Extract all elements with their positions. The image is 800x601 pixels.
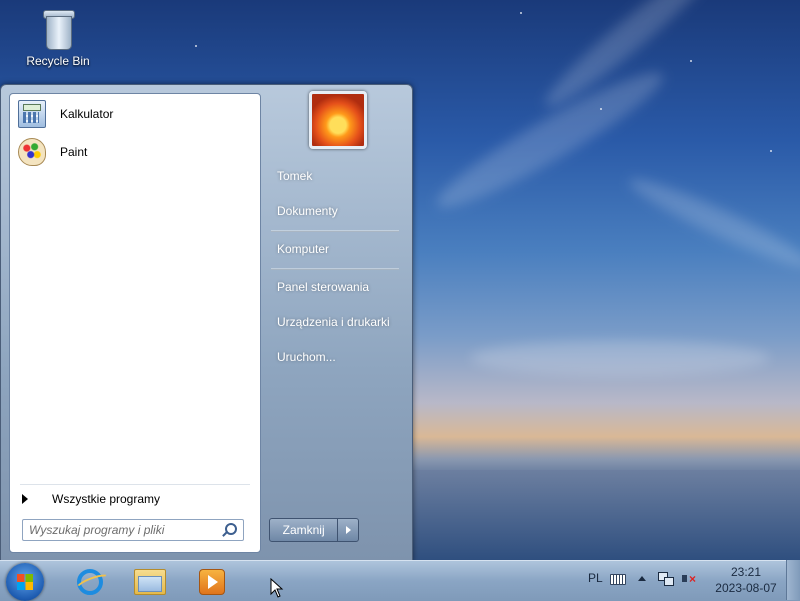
wallpaper-star <box>600 108 602 110</box>
recycle-bin-icon <box>41 8 75 50</box>
wallpaper-cloud <box>623 168 800 278</box>
wallpaper-cloud <box>470 340 770 376</box>
taskbar-internet-explorer[interactable] <box>70 565 110 599</box>
paint-icon <box>18 138 46 166</box>
start-link-devices-printers[interactable]: Urządzenia i drukarki <box>277 315 390 329</box>
start-menu-item-label: Paint <box>60 145 88 159</box>
desktop-icon-label: Recycle Bin <box>26 54 90 68</box>
network-icon[interactable] <box>658 572 674 586</box>
wallpaper-star <box>690 60 692 62</box>
shutdown-options-button[interactable] <box>338 519 358 541</box>
clock-time: 23:21 <box>730 565 762 579</box>
arrow-right-icon <box>345 526 351 534</box>
divider <box>271 268 399 270</box>
shutdown-button-group: Zamknij <box>269 518 359 542</box>
show-desktop-button[interactable] <box>786 560 800 600</box>
volume-muted-icon[interactable]: × <box>682 572 698 586</box>
start-menu-places-pane: Tomek Dokumenty Komputer Panel sterowani… <box>261 85 411 561</box>
wallpaper-star <box>770 150 772 152</box>
shutdown-button[interactable]: Zamknij <box>270 519 339 541</box>
search-input[interactable] <box>27 520 221 540</box>
windows-explorer-icon <box>134 569 166 595</box>
divider <box>20 484 250 485</box>
start-menu-item-paint[interactable]: Paint <box>12 135 256 169</box>
calculator-icon <box>18 100 46 128</box>
user-avatar[interactable] <box>309 91 367 149</box>
show-hidden-icons-icon[interactable] <box>638 576 646 581</box>
notification-area: PL × 23:21 2023-08-07 <box>580 560 800 600</box>
start-link-user[interactable]: Tomek <box>277 169 312 183</box>
desktop-icon-recycle-bin[interactable]: Recycle Bin <box>22 6 94 68</box>
wallpaper-star <box>520 12 522 14</box>
media-player-icon <box>199 569 225 595</box>
start-button[interactable] <box>6 563 44 601</box>
taskbar-media-player[interactable] <box>192 565 232 599</box>
internet-explorer-icon <box>77 569 103 595</box>
taskbar-windows-explorer[interactable] <box>130 565 170 599</box>
wallpaper-cloud <box>427 57 673 223</box>
start-menu: Kalkulator Paint Wszystkie programy Tome… <box>0 84 413 562</box>
start-link-control-panel[interactable]: Panel sterowania <box>277 280 369 294</box>
start-link-documents[interactable]: Dokumenty <box>277 204 338 218</box>
start-link-run[interactable]: Uruchom... <box>277 350 336 364</box>
start-menu-programs-pane: Kalkulator Paint Wszystkie programy <box>9 93 261 553</box>
start-link-computer[interactable]: Komputer <box>277 242 329 256</box>
search-icon[interactable] <box>225 523 237 535</box>
all-programs-label: Wszystkie programy <box>52 492 161 506</box>
clock[interactable]: 23:21 2023-08-07 <box>712 564 780 596</box>
start-menu-item-label: Kalkulator <box>60 107 114 121</box>
divider <box>271 230 399 232</box>
arrow-right-icon <box>22 494 28 504</box>
start-menu-item-kalkulator[interactable]: Kalkulator <box>12 97 256 131</box>
all-programs-button[interactable]: Wszystkie programy <box>18 486 256 512</box>
language-indicator[interactable]: PL <box>588 571 603 585</box>
clock-date: 2023-08-07 <box>715 581 777 595</box>
keyboard-icon[interactable] <box>610 574 626 585</box>
wallpaper-star <box>195 45 197 47</box>
start-search-box[interactable] <box>22 519 244 541</box>
